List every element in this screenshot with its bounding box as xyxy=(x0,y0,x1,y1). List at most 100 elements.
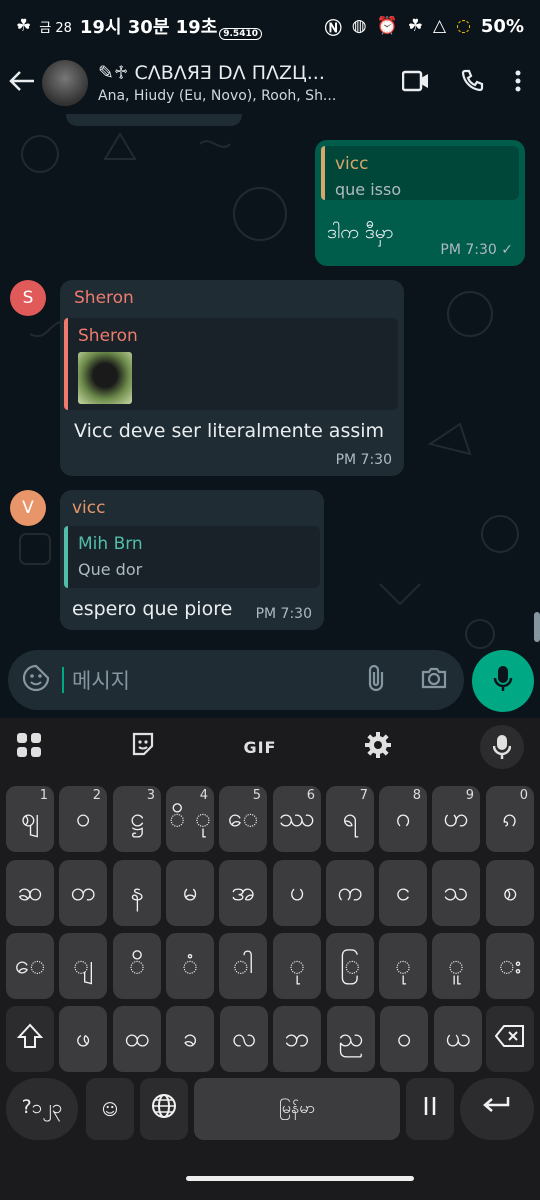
key-number-hint: 4 xyxy=(199,788,208,803)
key-number-hint: 7 xyxy=(359,788,368,803)
letter-key[interactable]: ဂ8 xyxy=(379,786,427,852)
letter-key[interactable]: ု xyxy=(379,933,427,999)
letter-key[interactable]: မ xyxy=(166,860,214,926)
space-key[interactable]: မြန်မာ xyxy=(194,1078,400,1140)
gif-button[interactable]: GIF xyxy=(243,738,276,757)
alarm-icon: ⏰ xyxy=(376,16,398,36)
key-number-hint: 8 xyxy=(412,788,421,803)
letter-key[interactable]: ထ xyxy=(113,1006,161,1072)
message-time: PM 7:30 xyxy=(255,606,312,622)
letter-key[interactable]: ါ xyxy=(219,933,267,999)
back-arrow-icon[interactable] xyxy=(8,67,40,100)
key-number-hint: 2 xyxy=(92,788,101,803)
letter-key[interactable]: ဋ္ဌ 3 xyxy=(113,786,161,852)
letter-key[interactable]: ယ xyxy=(434,1006,482,1072)
voice-message-button[interactable] xyxy=(472,650,534,712)
letter-key[interactable]: ဝ2 xyxy=(59,786,107,852)
language-key[interactable] xyxy=(140,1078,188,1140)
incoming-message-vicc[interactable]: vicc Mih Brn Que dor espero que piore PM… xyxy=(60,490,324,630)
quoted-message[interactable]: Sheron xyxy=(64,318,398,410)
apps-grid-icon[interactable] xyxy=(16,732,42,762)
symbols-key[interactable]: ?၁၂၃ xyxy=(6,1078,78,1140)
letter-key[interactable]: ေ xyxy=(6,933,54,999)
message-time: PM 7:30 xyxy=(440,242,497,258)
key-char: ိ ု xyxy=(169,802,211,833)
quoted-message[interactable]: Mih Brn Que dor xyxy=(64,526,320,588)
letter-key[interactable]: စ xyxy=(486,860,534,926)
shift-key[interactable] xyxy=(6,1006,54,1072)
letter-key[interactable]: ူ xyxy=(432,933,480,999)
quoted-message[interactable]: vicc que isso xyxy=(321,146,519,200)
letter-key[interactable]: ေ 5 xyxy=(219,786,267,852)
voice-call-icon[interactable] xyxy=(460,69,484,97)
chat-area[interactable]: vicc que isso ဒါက ဒီမှာ PM 7:30 ✓ S Sher… xyxy=(0,114,540,654)
sticker-keyboard-icon[interactable] xyxy=(130,732,156,762)
letter-key[interactable]: ဿ6 xyxy=(273,786,321,852)
letter-key[interactable]: ခ xyxy=(166,1006,214,1072)
settings-gear-icon[interactable] xyxy=(364,731,392,763)
sender-name[interactable]: vicc xyxy=(72,498,105,518)
letter-key[interactable]: တ xyxy=(59,860,107,926)
key-char: ဂ xyxy=(395,802,411,833)
key-char: မ xyxy=(182,876,198,907)
key-char: အ xyxy=(231,876,255,907)
letter-key[interactable]: ြ xyxy=(326,933,374,999)
key-char: ိ xyxy=(128,949,146,980)
speed-badge: 9.5410 xyxy=(219,28,262,40)
enter-key[interactable] xyxy=(460,1078,534,1140)
letter-key[interactable]: ံ xyxy=(166,933,214,999)
letter-key[interactable]: ည xyxy=(327,1006,375,1072)
letter-key[interactable]: အ xyxy=(219,860,267,926)
letter-key[interactable]: ိ ု 4 xyxy=(166,786,214,852)
key-char: ူ xyxy=(447,949,465,980)
sticker-icon[interactable] xyxy=(22,664,50,696)
letter-key[interactable]: ဖ xyxy=(59,1006,107,1072)
letter-key[interactable]: ဘ xyxy=(273,1006,321,1072)
scrollbar[interactable] xyxy=(534,612,540,642)
more-options-icon[interactable] xyxy=(514,69,522,97)
key-number-hint: 5 xyxy=(252,788,261,803)
letter-key[interactable]: လ xyxy=(220,1006,268,1072)
gesture-nav-bar[interactable] xyxy=(186,1176,414,1181)
group-info[interactable]: ✎♱ CΛBΛЯƎ DΛ ПΛZЦ... Ana, Hiudy (Eu, Nov… xyxy=(98,62,360,104)
letter-key[interactable]: ၵ0 xyxy=(486,786,534,852)
avatar-vicc[interactable]: V xyxy=(10,490,46,526)
microphone-icon xyxy=(493,665,513,697)
key-char: ဿ xyxy=(279,802,315,833)
letter-key[interactable]: ဈ1 xyxy=(6,786,54,852)
attach-icon[interactable] xyxy=(364,663,390,697)
group-avatar[interactable] xyxy=(42,60,88,106)
letter-key[interactable]: ဟ9 xyxy=(432,786,480,852)
message-placeholder[interactable]: 메시지 xyxy=(72,665,130,695)
letter-key[interactable]: ဝ xyxy=(380,1006,428,1072)
camera-icon[interactable] xyxy=(420,666,448,694)
cursor-key[interactable] xyxy=(406,1078,454,1140)
status-date: 금 28 xyxy=(39,20,72,36)
keyboard: GIF ဈ 1 ဝ 2 ဋ္ဌ 3ိ ု 4ေ 5 ဿ 6 ရ 7 ဂ 8 ဟ 9 ၵ 0 ဆတနမအပကငသစေျ… xyxy=(0,718,540,1200)
letter-key[interactable]: က xyxy=(326,860,374,926)
letter-key[interactable]: ဆ xyxy=(6,860,54,926)
letter-key[interactable]: း xyxy=(486,933,534,999)
voice-input-icon[interactable] xyxy=(479,725,524,769)
letter-key[interactable]: ရ7 xyxy=(326,786,374,852)
outgoing-message[interactable]: vicc que isso ဒါက ဒီမှာ PM 7:30 ✓ xyxy=(315,140,525,266)
letter-key[interactable]: ု xyxy=(273,933,321,999)
sender-name[interactable]: Sheron xyxy=(74,288,134,308)
letter-key[interactable]: င xyxy=(379,860,427,926)
letter-key[interactable]: သ xyxy=(432,860,480,926)
letter-key[interactable]: ိ xyxy=(113,933,161,999)
letter-key[interactable]: န xyxy=(113,860,161,926)
video-call-icon[interactable] xyxy=(401,70,430,96)
letter-key[interactable]: ပ xyxy=(273,860,321,926)
backspace-key[interactable] xyxy=(486,1006,534,1072)
emoji-key[interactable]: ☺ xyxy=(86,1078,134,1140)
sent-check-icon: ✓ xyxy=(501,242,513,258)
letter-key[interactable]: ျ xyxy=(59,933,107,999)
text-cursor xyxy=(62,667,64,693)
key-char: စ xyxy=(502,876,518,907)
battery-level: 50% xyxy=(480,15,524,37)
backspace-icon xyxy=(494,1024,525,1055)
incoming-message-sheron[interactable]: Sheron Sheron Vicc deve ser literalmente… xyxy=(60,280,404,476)
message-input-box[interactable]: 메시지 xyxy=(8,650,464,710)
avatar-sheron[interactable]: S xyxy=(10,280,46,316)
